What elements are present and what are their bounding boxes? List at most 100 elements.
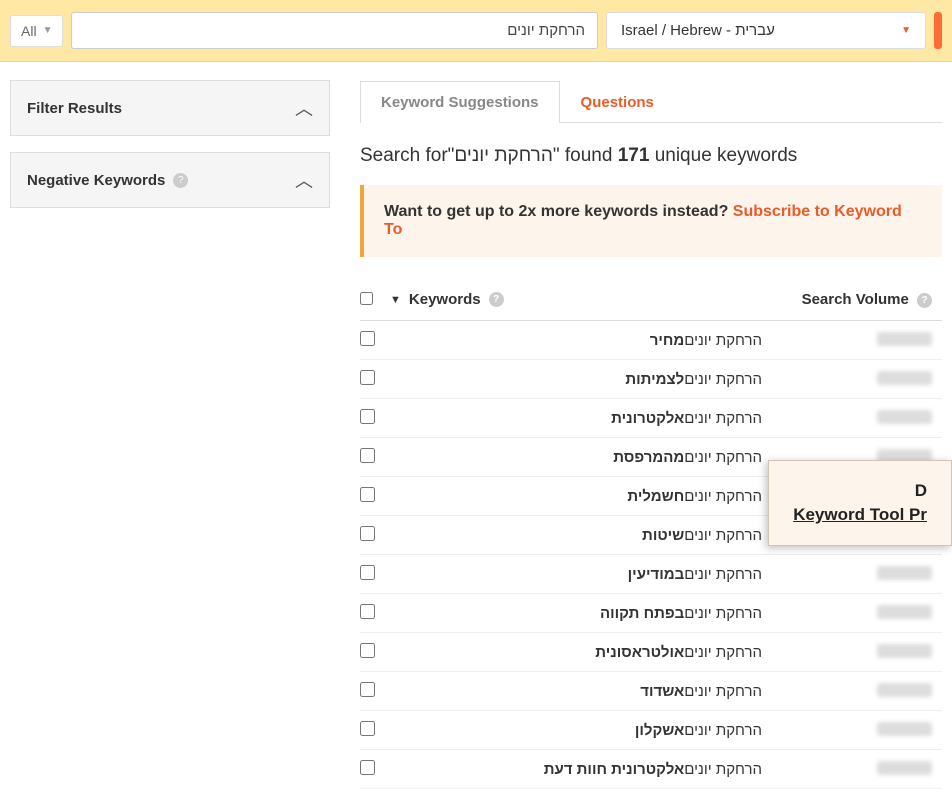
table-row: הרחקת יונים לצמיתות: [360, 360, 942, 399]
row-keyword[interactable]: הרחקת יונים לצמיתות: [390, 371, 762, 388]
row-checkbox[interactable]: [360, 370, 375, 385]
table-row: הרחקת יונים אולטראסונית: [360, 633, 942, 672]
table-row: הרחקת יונים אשקלון: [360, 711, 942, 750]
row-keyword[interactable]: הרחקת יונים אלקטרונית: [390, 410, 762, 427]
locale-dropdown[interactable]: Israel / Hebrew - עברית ▼: [606, 12, 926, 49]
tab-questions[interactable]: Questions: [560, 81, 675, 123]
filter-results-panel[interactable]: Filter Results ︿: [10, 80, 330, 136]
select-all-checkbox[interactable]: [360, 292, 373, 305]
blurred-value: [877, 644, 932, 658]
main-layout: Filter Results ︿ Negative Keywords ? ︿ K…: [0, 62, 952, 789]
row-checkbox[interactable]: [360, 760, 375, 775]
tabs: Keyword Suggestions Questions: [360, 80, 942, 123]
filter-all-label: All: [21, 23, 37, 39]
row-volume: [762, 605, 942, 622]
upgrade-popup[interactable]: D Keyword Tool Pr: [768, 460, 952, 546]
column-keywords[interactable]: ▼ Keywords ?: [390, 291, 762, 308]
row-keyword[interactable]: הרחקת יונים אולטראסונית: [390, 644, 762, 661]
blurred-value: [877, 332, 932, 346]
row-keyword[interactable]: הרחקת יונים בפתח תקווה: [390, 605, 762, 622]
row-checkbox[interactable]: [360, 331, 375, 346]
summary-prefix: Search for: [360, 145, 448, 166]
row-check-cell: [360, 409, 390, 427]
help-icon[interactable]: ?: [489, 292, 504, 307]
chevron-up-icon: ︿: [295, 167, 313, 193]
row-checkbox[interactable]: [360, 448, 375, 463]
blurred-value: [877, 683, 932, 697]
negative-keywords-label: Negative Keywords: [27, 172, 165, 189]
row-keyword[interactable]: הרחקת יונים מהמרפסת: [390, 449, 762, 466]
blurred-value: [877, 371, 932, 385]
row-volume: [762, 410, 942, 427]
select-all-cell: [360, 292, 390, 308]
negative-keywords-panel[interactable]: Negative Keywords ? ︿: [10, 152, 330, 208]
chevron-down-icon: ▼: [43, 25, 53, 36]
top-search-bar: All ▼ Israel / Hebrew - עברית ▼: [0, 0, 952, 62]
row-check-cell: [360, 565, 390, 583]
row-check-cell: [360, 682, 390, 700]
row-checkbox[interactable]: [360, 721, 375, 736]
summary-suffix: unique keywords: [655, 145, 798, 166]
table-row: הרחקת יונים אשדוד: [360, 672, 942, 711]
content-area: Keyword Suggestions Questions Search for…: [360, 80, 942, 789]
row-volume: [762, 644, 942, 661]
row-check-cell: [360, 526, 390, 544]
keyword-search-input[interactable]: [71, 12, 598, 49]
row-checkbox[interactable]: [360, 682, 375, 697]
row-keyword[interactable]: הרחקת יונים שיטות: [390, 527, 762, 544]
row-volume: [762, 332, 942, 349]
row-volume: [762, 722, 942, 739]
keyword-rows: הרחקת יונים מחיר הרחקת יונים לצמיתות הרחקת…: [360, 321, 942, 789]
table-header: ▼ Keywords ? Search Volume ?: [360, 281, 942, 321]
row-check-cell: [360, 604, 390, 622]
blurred-value: [877, 410, 932, 424]
table-row: הרחקת יונים אלקטרונית: [360, 399, 942, 438]
row-keyword[interactable]: הרחקת יונים אשדוד: [390, 683, 762, 700]
search-summary: Search for"הרחקת יונים" found 171 unique…: [360, 145, 942, 167]
sort-desc-icon: ▼: [390, 294, 401, 306]
column-volume-label: Search Volume: [802, 291, 909, 308]
blurred-value: [877, 761, 932, 775]
row-checkbox[interactable]: [360, 526, 375, 541]
locale-label: Israel / Hebrew - עברית: [621, 22, 775, 39]
summary-found: found: [565, 145, 613, 166]
row-check-cell: [360, 370, 390, 388]
row-volume: [762, 566, 942, 583]
blurred-value: [877, 566, 932, 580]
summary-count: 171: [618, 145, 650, 166]
column-search-volume[interactable]: Search Volume ?: [762, 291, 942, 308]
row-checkbox[interactable]: [360, 565, 375, 580]
row-keyword[interactable]: הרחקת יונים חשמלית: [390, 488, 762, 505]
row-volume: [762, 761, 942, 778]
row-check-cell: [360, 331, 390, 349]
table-row: הרחקת יונים אלקטרונית חוות דעת: [360, 750, 942, 789]
row-checkbox[interactable]: [360, 487, 375, 502]
popup-line1: D: [793, 481, 927, 501]
row-keyword[interactable]: הרחקת יונים מחיר: [390, 332, 762, 349]
row-keyword[interactable]: הרחקת יונים אשקלון: [390, 722, 762, 739]
row-checkbox[interactable]: [360, 604, 375, 619]
row-volume: [762, 683, 942, 700]
filter-all-dropdown[interactable]: All ▼: [10, 15, 63, 47]
promo-text: Want to get up to 2x more keywords inste…: [384, 203, 728, 220]
row-check-cell: [360, 760, 390, 778]
row-keyword[interactable]: הרחקת יונים אלקטרונית חוות דעת: [390, 761, 762, 778]
blurred-value: [877, 722, 932, 736]
row-check-cell: [360, 643, 390, 661]
row-check-cell: [360, 448, 390, 466]
row-checkbox[interactable]: [360, 643, 375, 658]
chevron-up-icon: ︿: [295, 95, 313, 121]
popup-line2: Keyword Tool Pr: [793, 505, 927, 525]
column-keywords-label: Keywords: [409, 291, 481, 308]
row-check-cell: [360, 721, 390, 739]
blurred-value: [877, 605, 932, 619]
row-checkbox[interactable]: [360, 409, 375, 424]
row-keyword[interactable]: הרחקת יונים במודיעין: [390, 566, 762, 583]
help-icon[interactable]: ?: [173, 173, 188, 188]
search-button[interactable]: [934, 12, 942, 49]
summary-term: הרחקת יונים: [454, 145, 552, 166]
row-volume: [762, 371, 942, 388]
table-row: הרחקת יונים במודיעין: [360, 555, 942, 594]
help-icon[interactable]: ?: [917, 293, 932, 308]
tab-keyword-suggestions[interactable]: Keyword Suggestions: [360, 81, 560, 123]
